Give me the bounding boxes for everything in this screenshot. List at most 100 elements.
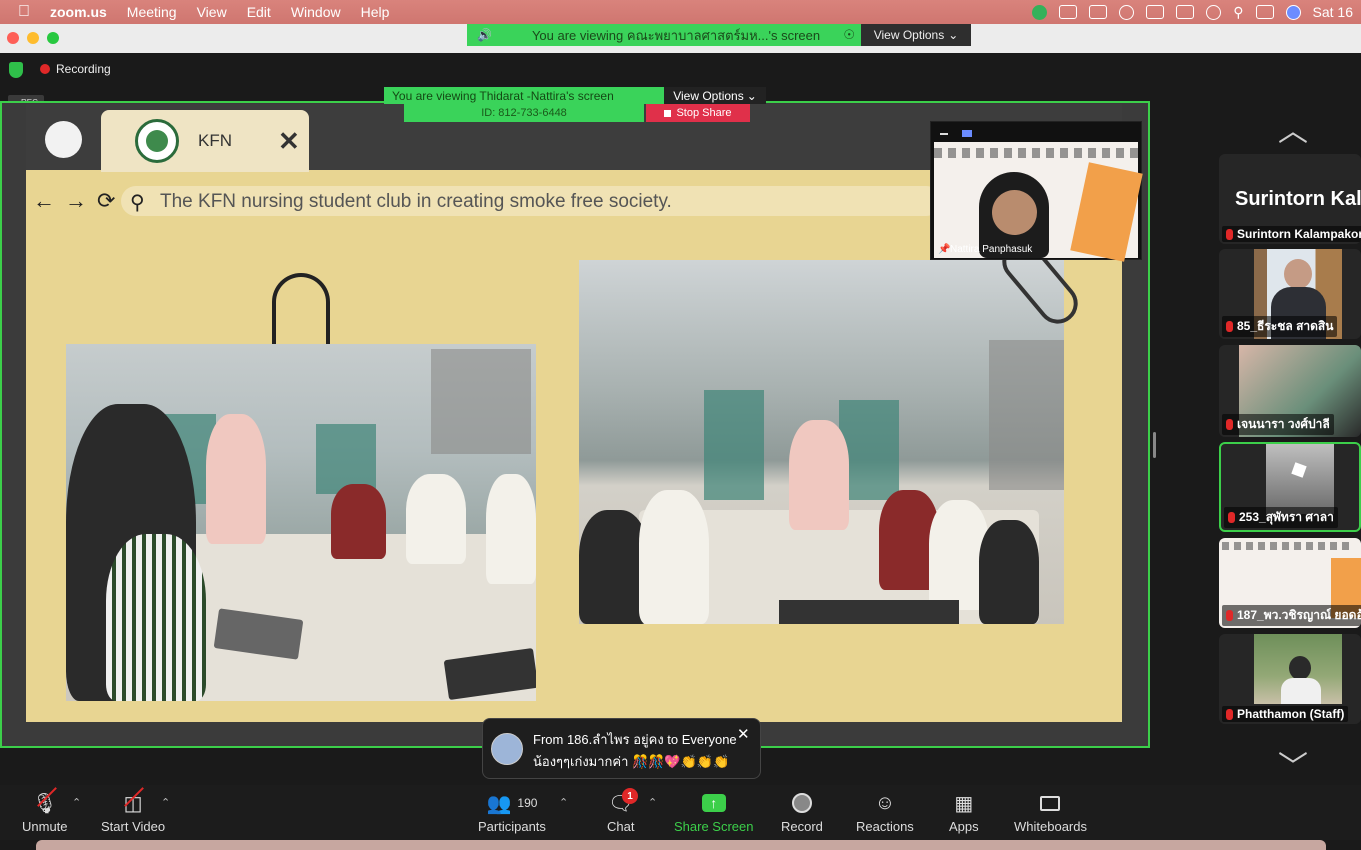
forward-arrow-icon: → — [65, 188, 87, 213]
kfn-logo — [135, 119, 179, 163]
participant-tile[interactable]: Phatthamon (Staff) — [1219, 634, 1361, 724]
scroll-up-chevron-icon[interactable]: ︿ — [1278, 106, 1308, 150]
speaker-name: Nattira Panphasuk — [950, 244, 1033, 255]
apps-button[interactable]: ▦ Apps — [949, 790, 979, 835]
whiteboards-label: Whiteboards — [1014, 819, 1087, 834]
chat-unread-badge: 1 — [622, 788, 638, 804]
wifi-icon[interactable] — [1206, 4, 1222, 20]
participant-name: Surintorn Kalampakorn — [1222, 226, 1361, 242]
menu-edit[interactable]: Edit — [237, 4, 281, 20]
search-icon: ⚲ — [130, 192, 145, 214]
inner-meeting-id: ID: 812-733-6448 — [404, 104, 644, 122]
apple-icon[interactable]:  — [8, 3, 40, 21]
participant-tile[interactable]: เจนนารา วงศ์ปาลี — [1219, 345, 1361, 437]
participant-name: 187_พว.วชิรญาณ์ ยอดอ้ — [1222, 605, 1361, 626]
inner-stop-share-label: Stop Share — [676, 107, 732, 119]
stop-square-icon — [664, 109, 672, 117]
pin-icon: 📌 — [938, 244, 951, 255]
participant-tile[interactable]: 85_ธีระชล สาดสิน — [1219, 249, 1361, 339]
reactions-button[interactable]: ☺ Reactions — [856, 790, 914, 835]
battery-icon[interactable] — [1176, 5, 1195, 19]
inner-view-options: View Options ⌄ — [664, 87, 766, 104]
share-screen-button[interactable]: ↑ Share Screen — [674, 790, 754, 834]
inner-banner-text: You are viewing Thidarat -Nattira's scre… — [392, 88, 614, 103]
audio-options-caret-icon[interactable]: ⌃ — [72, 796, 81, 809]
control-center-icon[interactable] — [1255, 5, 1274, 19]
inner-view-options-label: View Options — [673, 88, 744, 103]
viewing-screen-banner: 🔊 You are viewing คณะพยาบาลศาสตร์มห...'s… — [467, 24, 861, 46]
unmute-label: Unmute — [22, 819, 68, 834]
scroll-down-chevron-icon[interactable]: ﹀ — [1278, 742, 1308, 786]
close-icon[interactable]: ✕ — [737, 725, 750, 743]
muted-mic-icon — [1228, 512, 1235, 523]
menu-view[interactable]: View — [187, 4, 237, 20]
menu-app-name[interactable]: zoom.us — [40, 4, 117, 20]
video-off-icon: ◫ — [124, 787, 144, 816]
avatar — [491, 733, 523, 765]
whiteboards-button[interactable]: Whiteboards — [1014, 790, 1087, 834]
participant-name: 85_ธีระชล สาดสิน — [1222, 316, 1338, 337]
participant-name: 253_สุพัทรา ศาลา — [1224, 507, 1338, 528]
classroom-photo-left — [66, 344, 536, 701]
apps-grid-icon: ▦ — [954, 792, 974, 815]
tab-close-icon: ✕ — [278, 126, 300, 156]
muted-mic-icon: 🎙 — [32, 787, 57, 816]
chat-options-caret-icon[interactable]: ⌃ — [648, 796, 657, 809]
smiley-icon: ☺ — [874, 791, 896, 814]
thumb-layout-icon[interactable] — [962, 130, 972, 137]
maximize-window-button[interactable] — [47, 32, 59, 44]
speaker-video — [934, 142, 1143, 262]
unmute-button[interactable]: 🎙 Unmute — [22, 787, 68, 834]
participants-label: Participants — [478, 819, 546, 834]
participants-options-caret-icon[interactable]: ⌃ — [559, 796, 568, 809]
participant-tile-active[interactable]: 253_สุพัทรา ศาลา — [1219, 442, 1361, 532]
chat-message: น้องๆๆเก่งมากค่า 🎊🎊💖👏👏👏 — [533, 754, 730, 769]
muted-mic-icon — [1226, 419, 1233, 430]
participants-button[interactable]: 👥 190 Participants — [478, 790, 546, 835]
reload-icon: ⟳ — [97, 188, 116, 213]
security-shield-icon[interactable] — [9, 62, 23, 78]
start-video-label: Start Video — [101, 819, 166, 834]
target-icon[interactable]: ☉ — [843, 27, 855, 43]
record-button[interactable]: Record — [781, 790, 823, 834]
siri-icon[interactable] — [1285, 4, 1301, 20]
chevron-down-icon: ⌄ — [746, 88, 757, 103]
menu-window[interactable]: Window — [281, 4, 351, 20]
video-options-caret-icon[interactable]: ⌃ — [161, 796, 170, 809]
browser-nav: ← → ⟳ — [33, 188, 115, 214]
start-video-button[interactable]: ◫ Start Video — [101, 787, 166, 834]
viewing-banner-text: You are viewing คณะพยาบาลศาสตร์มห...'s s… — [531, 27, 821, 43]
zoom-status-icon[interactable] — [1059, 5, 1078, 19]
thumb-minimize-icon[interactable] — [940, 133, 948, 135]
view-options-button[interactable]: View Options ⌄ — [861, 24, 971, 46]
user-account-icon[interactable] — [1119, 4, 1135, 20]
recording-label: Recording — [56, 62, 111, 76]
menu-meeting[interactable]: Meeting — [117, 4, 187, 20]
muted-mic-icon — [1226, 321, 1233, 332]
muted-mic-icon — [1226, 610, 1233, 621]
recording-indicator[interactable]: Recording — [40, 62, 111, 76]
record-label: Record — [781, 819, 823, 834]
screens-icon[interactable] — [1089, 5, 1108, 19]
minimize-window-button[interactable] — [27, 32, 39, 44]
close-window-button[interactable] — [7, 32, 19, 44]
menubar-clock[interactable]: Sat 16 — [1313, 4, 1353, 20]
speaker-volume-icon[interactable]: 🔊 — [477, 28, 492, 42]
notion-icon[interactable] — [1146, 5, 1165, 19]
chevron-down-icon: ⌄ — [948, 28, 959, 42]
participant-name: เจนนารา วงศ์ปาลี — [1222, 414, 1334, 435]
inner-stop-share: Stop Share — [646, 104, 750, 122]
participant-tile[interactable]: Surintorn Kal... Surintorn Kalampakorn — [1219, 154, 1361, 244]
panel-resize-handle[interactable] — [1153, 432, 1156, 458]
macos-dock — [36, 840, 1326, 850]
tab-title: KFN — [198, 131, 232, 150]
macos-menubar:  zoom.us Meeting View Edit Window Help … — [0, 0, 1361, 24]
participants-icon: 👥 190 — [486, 792, 538, 815]
back-arrow-icon: ← — [33, 188, 55, 213]
participant-tile[interactable]: 187_พว.วชิรญาณ์ ยอดอ้ — [1219, 538, 1361, 628]
line-app-icon[interactable] — [1032, 4, 1048, 20]
search-icon[interactable]: ⚲ — [1233, 4, 1243, 21]
muted-mic-icon — [1226, 708, 1233, 720]
menu-help[interactable]: Help — [351, 4, 400, 20]
record-icon — [791, 790, 812, 816]
